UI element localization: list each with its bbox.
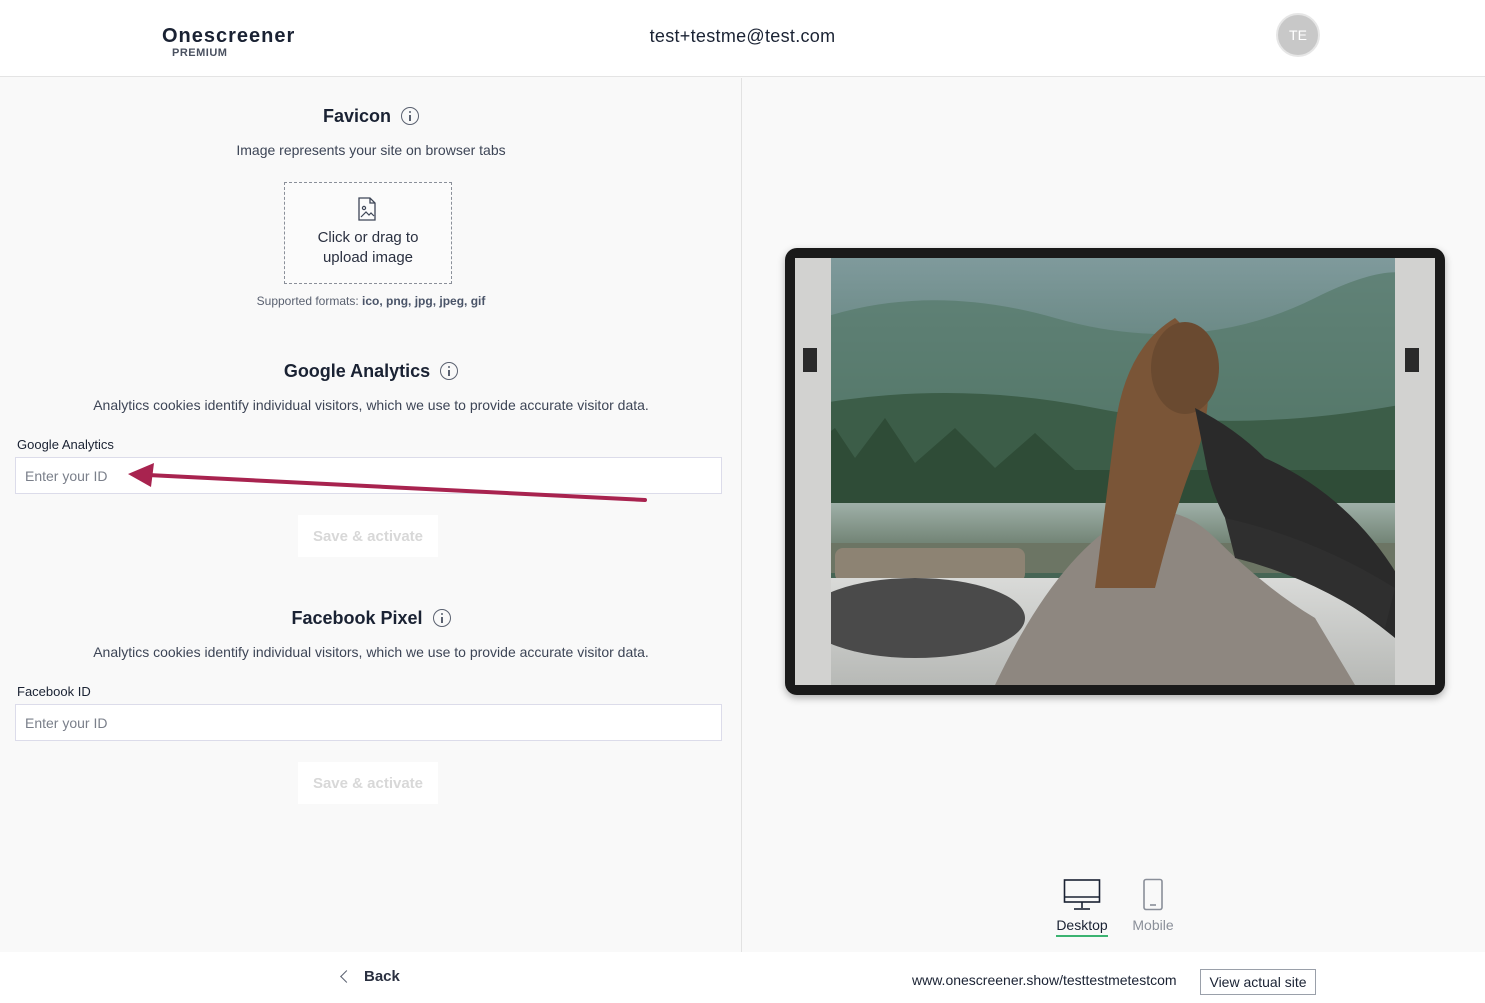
facebook-id-label: Facebook ID — [17, 684, 91, 699]
formats-label: Supported formats: — [256, 294, 363, 308]
mobile-view-toggle[interactable]: Mobile — [1128, 878, 1178, 935]
top-header: Onescreener PREMIUM test+testme@test.com… — [0, 0, 1485, 77]
google-analytics-input[interactable] — [15, 457, 722, 494]
google-analytics-title: Google Analytics — [283, 360, 431, 381]
facebook-pixel-save-button[interactable]: Save & activate — [298, 762, 438, 804]
info-icon[interactable] — [401, 107, 420, 126]
google-analytics-label: Google Analytics — [17, 437, 114, 452]
brand-tier: PREMIUM — [172, 47, 228, 59]
image-file-icon — [358, 197, 376, 221]
back-label: Back — [364, 968, 400, 985]
mobile-icon — [1143, 878, 1163, 911]
favicon-title: Favicon — [322, 105, 392, 126]
user-avatar[interactable]: TE — [1276, 13, 1320, 57]
facebook-id-input[interactable] — [15, 704, 722, 741]
desktop-preview-frame — [785, 248, 1445, 695]
settings-panel: Favicon Image represents your site on br… — [0, 78, 742, 952]
favicon-section-title: Favicon — [0, 105, 742, 127]
info-icon[interactable] — [440, 362, 459, 381]
google-analytics-section-title: Google Analytics — [0, 360, 742, 382]
upload-text-line-1: Click or drag to — [317, 229, 419, 246]
favicon-upload-dropzone[interactable]: Click or drag to upload image — [284, 182, 452, 284]
preview-panel: Desktop Mobile — [743, 78, 1485, 952]
footer-bar: Back www.onescreener.show/testtestmetest… — [0, 952, 1485, 1003]
back-button[interactable]: Back — [338, 968, 400, 985]
info-icon[interactable] — [432, 609, 451, 628]
desktop-icon — [1063, 879, 1101, 910]
view-actual-site-button[interactable]: View actual site — [1200, 969, 1316, 995]
site-url[interactable]: www.onescreener.show/testtestmetestcom — [912, 972, 1177, 988]
mobile-view-label: Mobile — [1132, 917, 1174, 933]
google-analytics-save-button[interactable]: Save & activate — [298, 515, 438, 557]
chevron-left-icon — [340, 970, 353, 983]
desktop-view-label: Desktop — [1056, 917, 1108, 937]
facebook-pixel-description: Analytics cookies identify individual vi… — [93, 644, 649, 660]
desktop-view-toggle[interactable]: Desktop — [1054, 878, 1110, 937]
supported-formats: Supported formats: ico, png, jpg, jpeg, … — [0, 294, 742, 308]
facebook-pixel-title: Facebook Pixel — [291, 607, 423, 628]
formats-list: ico, png, jpg, jpeg, gif — [362, 294, 486, 308]
upload-text-line-2: upload image — [322, 249, 414, 266]
favicon-description: Image represents your site on browser ta… — [236, 142, 506, 158]
upload-instructions: Click or drag to upload image — [285, 228, 451, 268]
preview-background-image — [795, 258, 1435, 685]
facebook-pixel-section-title: Facebook Pixel — [0, 607, 742, 629]
google-analytics-description: Analytics cookies identify individual vi… — [93, 397, 649, 413]
user-email: test+testme@test.com — [649, 26, 836, 46]
